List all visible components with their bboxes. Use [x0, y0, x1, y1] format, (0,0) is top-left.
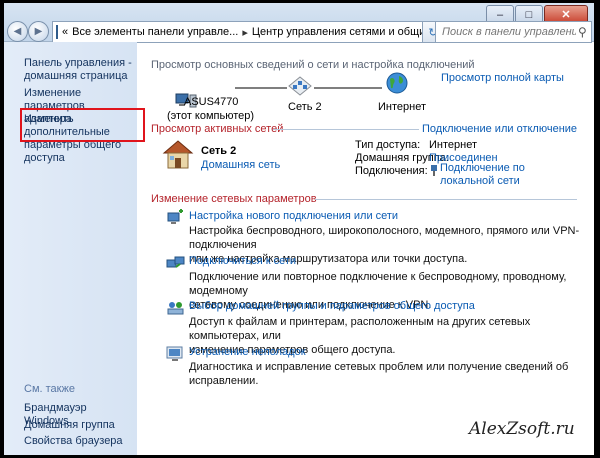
- task-title-connect[interactable]: Подключиться к сети: [189, 255, 296, 267]
- title-bar: – □ ✕ ◀ ▶ « Все элементы панели управле.…: [4, 3, 594, 43]
- active-network-title: Сеть 2: [201, 145, 237, 157]
- new-connection-icon: [167, 209, 183, 224]
- task-desc-line: Доступ к файлам и принтерам, расположенн…: [189, 316, 531, 342]
- connection-line: [235, 87, 287, 89]
- network-node-label[interactable]: Сеть 2: [288, 101, 322, 113]
- active-networks-heading: Просмотр активных сетей: [151, 123, 284, 135]
- sidebar-item-homegroup[interactable]: Домашняя группа: [24, 419, 134, 432]
- network-icon: [288, 76, 312, 96]
- full-map-link[interactable]: Просмотр полной карты: [441, 72, 564, 84]
- change-settings-heading: Изменение сетевых параметров: [151, 193, 317, 205]
- highlight-box: [20, 108, 145, 142]
- task-description: Диагностика и исправление сетевых пробле…: [189, 360, 587, 388]
- overview-title: Просмотр основных сведений о сети и наст…: [151, 59, 475, 71]
- access-type-value: Интернет: [429, 139, 477, 151]
- connect-network-icon: [166, 256, 185, 268]
- access-type-label: Тип доступа:: [355, 139, 421, 151]
- forward-button[interactable]: ▶: [28, 21, 49, 42]
- address-bar[interactable]: « Все элементы панели управле... ▸ Центр…: [52, 21, 424, 43]
- homegroup-sharing-icon: [167, 302, 184, 315]
- task-title-new-connection[interactable]: Настройка нового подключения или сети: [189, 210, 398, 222]
- control-panel-window: – □ ✕ ◀ ▶ « Все элементы панели управле.…: [4, 3, 594, 455]
- control-panel-icon: [56, 25, 58, 39]
- search-icon[interactable]: ⚲: [578, 25, 591, 39]
- screenshot-frame: – □ ✕ ◀ ▶ « Все элементы панели управле.…: [0, 0, 600, 458]
- network-type-link[interactable]: Домашняя сеть: [201, 159, 280, 171]
- search-box[interactable]: ⚲: [435, 21, 592, 43]
- lan-link-line: локальной сети: [440, 175, 520, 187]
- task-desc-line: Подключение или повторное подключение к …: [189, 271, 567, 297]
- sidebar: Панель управления - домашняя страница Из…: [4, 42, 145, 455]
- troubleshoot-icon: [166, 346, 183, 361]
- sidebar-item-label: параметры общего доступа: [24, 139, 122, 164]
- computer-subtitle: (этот компьютер): [167, 110, 255, 122]
- sidebar-item-label: домашняя страница: [24, 70, 128, 82]
- search-input[interactable]: [436, 25, 578, 39]
- connect-disconnect-link[interactable]: Подключение или отключение: [422, 123, 577, 135]
- sidebar-item-browser[interactable]: Свойства браузера: [24, 435, 134, 448]
- back-arrow-icon: ◀: [13, 26, 22, 37]
- lan-connection-icon: [431, 165, 437, 176]
- section-divider: [315, 199, 577, 200]
- task-desc-line: Настройка беспроводного, широкополосного…: [189, 225, 580, 251]
- computer-name[interactable]: ASUS4770: [184, 96, 238, 108]
- sidebar-item-label: Панель управления -: [24, 57, 132, 69]
- home-network-icon: [162, 140, 194, 169]
- connections-label: Подключения:: [355, 165, 428, 177]
- lan-connection-link[interactable]: Подключение по локальной сети: [440, 162, 525, 188]
- breadcrumb-separator-icon[interactable]: ▸: [242, 26, 248, 39]
- breadcrumb-all-items[interactable]: Все элементы панели управле...: [72, 26, 238, 38]
- task-title-homegroup[interactable]: Выбор домашней группы и параметров общег…: [189, 300, 475, 312]
- section-divider: [273, 129, 419, 130]
- sidebar-item-home[interactable]: Панель управления - домашняя страница: [24, 57, 134, 83]
- globe-icon: [386, 72, 408, 94]
- internet-node-label[interactable]: Интернет: [378, 101, 426, 113]
- address-chevron[interactable]: «: [62, 26, 68, 38]
- main-content: Просмотр основных сведений о сети и наст…: [137, 42, 594, 455]
- connection-line: [314, 87, 382, 89]
- task-title-troubleshoot[interactable]: Устранение неполадок: [189, 346, 306, 358]
- breadcrumb-network-center[interactable]: Центр управления сетями и общим доступом: [252, 26, 423, 38]
- forward-arrow-icon: ▶: [34, 26, 43, 37]
- lan-link-line: Подключение по: [440, 162, 525, 174]
- see-also-heading: См. также: [24, 383, 75, 395]
- back-button[interactable]: ◀: [7, 21, 28, 42]
- watermark: AlexZsoft.ru: [469, 419, 575, 439]
- task-desc-line: Диагностика и исправление сетевых пробле…: [189, 361, 569, 387]
